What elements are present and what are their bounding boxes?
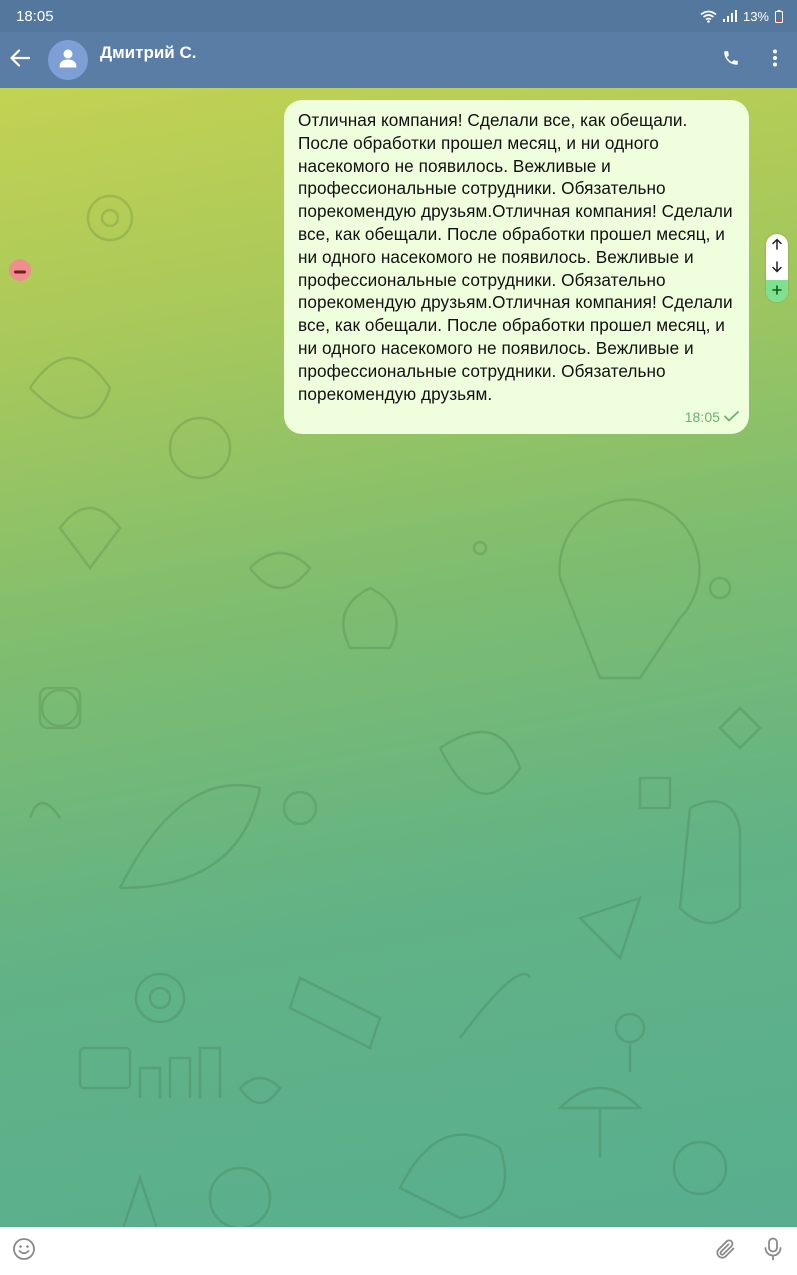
scroll-controls: [766, 234, 788, 302]
back-button[interactable]: [0, 40, 40, 80]
minus-icon: [14, 261, 26, 279]
message-input[interactable]: [48, 1231, 701, 1271]
check-icon: [724, 406, 739, 429]
user-avatar-icon: [59, 48, 77, 73]
arrow-up-icon: [772, 237, 782, 255]
message-time: 18:05: [684, 409, 720, 426]
voice-button[interactable]: [749, 1227, 797, 1275]
more-vertical-icon: [772, 49, 778, 72]
message-bubble[interactable]: Отличная компания! Сделали все, как обещ…: [284, 100, 749, 434]
attach-button[interactable]: [701, 1227, 749, 1275]
plus-icon: [772, 282, 782, 300]
emoji-button[interactable]: [0, 1227, 48, 1275]
more-button[interactable]: [753, 38, 797, 82]
attach-icon: [713, 1237, 737, 1266]
status-bar: 18:05 13%: [0, 0, 797, 32]
back-arrow-icon: [10, 48, 31, 72]
scroll-down-button[interactable]: [766, 257, 788, 280]
status-time: 18:05: [16, 7, 54, 25]
remove-button[interactable]: [9, 259, 31, 281]
arrow-down-icon: [772, 260, 782, 278]
message-composer: [0, 1227, 797, 1275]
status-indicators: 13%: [700, 9, 783, 24]
avatar[interactable]: [48, 40, 88, 80]
chat-header: Дмитрий С.: [0, 32, 797, 88]
message-meta: 18:05: [685, 406, 739, 429]
header-actions: [709, 38, 797, 82]
phone-icon: [722, 49, 740, 72]
signal-icon: [722, 10, 737, 22]
call-button[interactable]: [709, 38, 753, 82]
mic-icon: [763, 1237, 783, 1266]
scroll-up-button[interactable]: [766, 234, 788, 257]
battery-level: 13%: [742, 8, 769, 24]
battery-icon: [775, 9, 783, 23]
wifi-icon: [700, 10, 717, 23]
add-button[interactable]: [766, 280, 788, 302]
contact-name[interactable]: Дмитрий С.: [100, 43, 196, 63]
chat-area[interactable]: Отличная компания! Сделали все, как обещ…: [0, 88, 797, 1227]
message-text: Отличная компания! Сделали все, как обещ…: [298, 110, 733, 404]
emoji-icon: [12, 1237, 36, 1266]
